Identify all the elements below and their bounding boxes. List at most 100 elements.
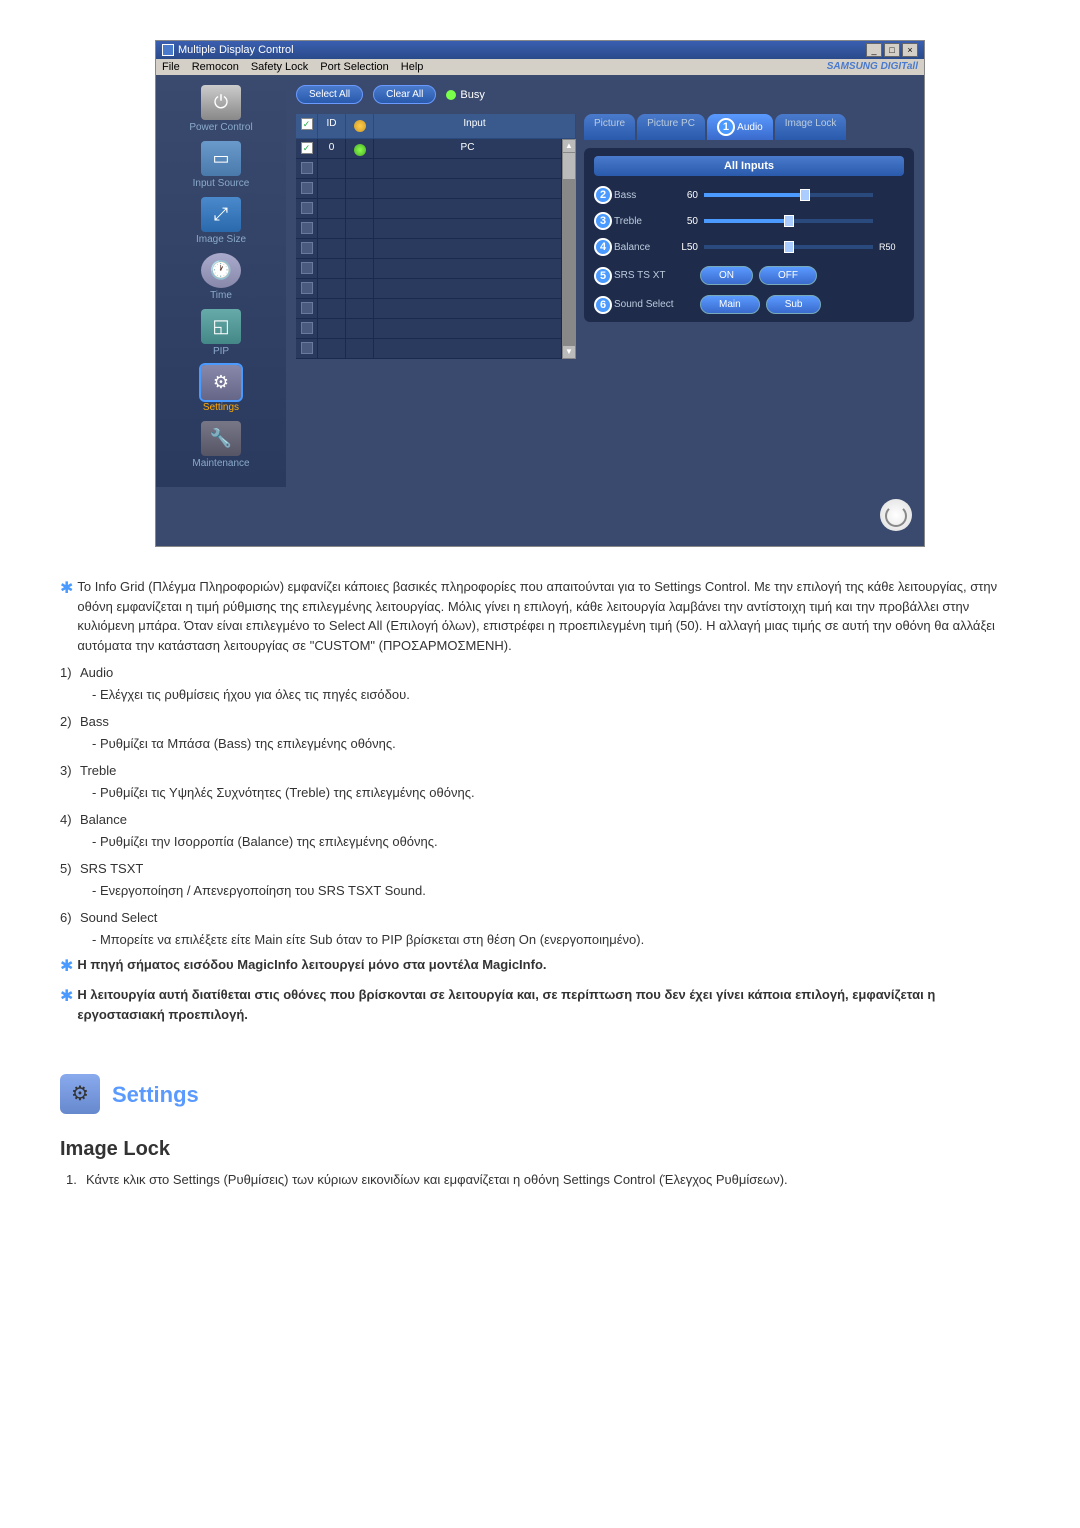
table-row[interactable] — [296, 339, 562, 359]
list-item: 4)Balance- Ρυθμίζει την Ισορροπία (Balan… — [60, 810, 1020, 851]
tab-picture[interactable]: Picture — [584, 114, 635, 140]
row-checkbox[interactable] — [301, 222, 313, 234]
row-checkbox[interactable] — [301, 282, 313, 294]
busy-dot-icon — [446, 90, 456, 100]
sidebar-item-time[interactable]: 🕐Time — [162, 253, 280, 301]
scrollbar-vertical[interactable]: ▲ ▼ — [562, 139, 576, 359]
balance-value-right: R50 — [879, 242, 904, 252]
treble-label: Treble — [614, 216, 664, 227]
imagesize-icon: ⤢ — [201, 197, 241, 232]
clear-all-button[interactable]: Clear All — [373, 85, 436, 104]
row-checkbox[interactable] — [301, 242, 313, 254]
row-checkbox[interactable] — [301, 302, 313, 314]
balance-slider[interactable] — [704, 245, 873, 249]
row-checkbox[interactable] — [301, 162, 313, 174]
select-all-button[interactable]: Select All — [296, 85, 363, 104]
table-row[interactable] — [296, 179, 562, 199]
table-row[interactable] — [296, 319, 562, 339]
grid-header-input[interactable]: Input — [374, 114, 576, 138]
srs-row: 5 SRS TS XT ON OFF — [594, 266, 904, 285]
list-item: 5)SRS TSXT- Ενεργοποίηση / Απενεργοποίησ… — [60, 859, 1020, 900]
sound-sub-button[interactable]: Sub — [766, 295, 822, 314]
window-title: Multiple Display Control — [178, 44, 294, 56]
treble-slider[interactable] — [704, 219, 873, 223]
power-button-icon[interactable] — [880, 499, 912, 531]
section-title: Settings — [112, 1078, 199, 1111]
row-checkbox[interactable]: ✓ — [301, 142, 313, 154]
grid-header-check[interactable]: ✓ — [296, 114, 318, 138]
tab-audio[interactable]: 1 Audio — [707, 114, 773, 140]
sound-main-button[interactable]: Main — [700, 295, 760, 314]
row-id: 0 — [318, 139, 346, 158]
tab-picture-pc[interactable]: Picture PC — [637, 114, 705, 140]
treble-value: 50 — [670, 216, 698, 227]
menu-file[interactable]: File — [162, 61, 180, 73]
row-checkbox[interactable] — [301, 342, 313, 354]
menu-safetylock[interactable]: Safety Lock — [251, 61, 308, 73]
sidebar-item-inputsource[interactable]: ▭Input Source — [162, 141, 280, 189]
audio-panel: All Inputs 2 Bass 60 3 Treble 50 — [584, 148, 914, 322]
tab-image-lock[interactable]: Image Lock — [775, 114, 847, 140]
close-button[interactable]: × — [902, 43, 918, 57]
slider-thumb[interactable] — [800, 189, 810, 201]
brand-logo: SAMSUNG DIGITall — [827, 61, 918, 73]
table-row[interactable] — [296, 279, 562, 299]
badge-5: 5 — [594, 267, 612, 285]
table-row[interactable]: ✓ 0 PC — [296, 139, 562, 159]
subsection-title: Image Lock — [60, 1134, 1020, 1164]
slider-thumb[interactable] — [784, 215, 794, 227]
status-led-icon — [354, 120, 366, 132]
row-input: PC — [374, 139, 562, 158]
sidebar-item-pip[interactable]: ◱PIP — [162, 309, 280, 357]
menu-portselection[interactable]: Port Selection — [320, 61, 388, 73]
app-window: Multiple Display Control _ □ × File Remo… — [155, 40, 925, 547]
maximize-button[interactable]: □ — [884, 43, 900, 57]
table-row[interactable] — [296, 259, 562, 279]
table-row[interactable] — [296, 199, 562, 219]
table-row[interactable] — [296, 159, 562, 179]
row-checkbox[interactable] — [301, 182, 313, 194]
row-checkbox[interactable] — [301, 202, 313, 214]
scroll-down-icon[interactable]: ▼ — [563, 346, 575, 358]
step-item: 1. Κάντε κλικ στο Settings (Ρυθμίσεις) τ… — [60, 1170, 1020, 1190]
note-magicinfo: ✱ Η πηγή σήματος εισόδου MagicInfo λειτο… — [60, 955, 1020, 979]
menubar: File Remocon Safety Lock Port Selection … — [156, 59, 924, 75]
grid-header-id[interactable]: ID — [318, 114, 346, 138]
sidebar-item-settings[interactable]: ⚙Settings — [162, 365, 280, 413]
sidebar-item-imagesize[interactable]: ⤢Image Size — [162, 197, 280, 245]
star-icon: ✱ — [60, 985, 73, 1024]
minimize-button[interactable]: _ — [866, 43, 882, 57]
badge-3: 3 — [594, 212, 612, 230]
srs-off-button[interactable]: OFF — [759, 266, 817, 285]
balance-row: 4 Balance L50 R50 — [594, 238, 904, 256]
footer — [156, 487, 924, 546]
sidebar-item-power[interactable]: ⏻Power Control — [162, 85, 280, 133]
sidebar-item-maintenance[interactable]: 🔧Maintenance — [162, 421, 280, 469]
pip-icon: ◱ — [201, 309, 241, 344]
balance-label: Balance — [614, 242, 664, 253]
table-row[interactable] — [296, 219, 562, 239]
note-availability: ✱ Η λειτουργία αυτή διατίθεται στις οθόν… — [60, 985, 1020, 1024]
list-item: 3)Treble- Ρυθμίζει τις Υψηλές Συχνότητες… — [60, 761, 1020, 802]
bass-slider[interactable] — [704, 193, 873, 197]
app-icon — [162, 44, 174, 56]
scroll-thumb[interactable] — [563, 153, 575, 179]
scroll-up-icon[interactable]: ▲ — [563, 140, 575, 152]
bass-value: 60 — [670, 190, 698, 201]
section-header: ⚙ Settings — [60, 1074, 1020, 1114]
intro-note: ✱ Το Info Grid (Πλέγμα Πληροφοριών) εμφα… — [60, 577, 1020, 655]
table-row[interactable] — [296, 239, 562, 259]
table-row[interactable] — [296, 299, 562, 319]
badge-4: 4 — [594, 238, 612, 256]
menu-help[interactable]: Help — [401, 61, 424, 73]
row-checkbox[interactable] — [301, 262, 313, 274]
menu-remocon[interactable]: Remocon — [192, 61, 239, 73]
grid-header-status[interactable] — [346, 114, 374, 138]
source-icon: ▭ — [201, 141, 241, 176]
slider-thumb[interactable] — [784, 241, 794, 253]
row-checkbox[interactable] — [301, 322, 313, 334]
srs-on-button[interactable]: ON — [700, 266, 753, 285]
srs-label: SRS TS XT — [614, 270, 694, 281]
maintenance-icon: 🔧 — [201, 421, 241, 456]
info-grid: ✓ ID Input ✓0PC — [296, 114, 576, 359]
